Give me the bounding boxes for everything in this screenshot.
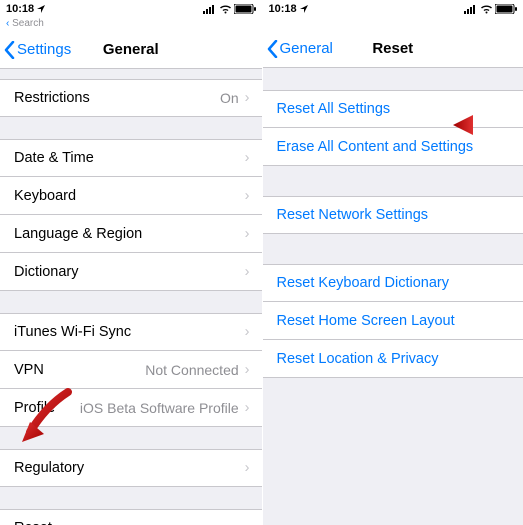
chevron-right-icon: › [245,324,250,340]
row-keyboard[interactable]: Keyboard › [0,177,262,215]
wifi-icon [219,5,232,14]
row-restrictions[interactable]: Restrictions On › [0,79,262,117]
chevron-right-icon: › [245,226,250,242]
back-button[interactable]: General [263,40,333,58]
nav-bar: Settings General [0,31,262,69]
wifi-icon [480,5,493,14]
status-time: 10:18 [269,3,297,15]
reset-list: Reset All Settings Erase All Content and… [263,68,523,525]
chevron-right-icon: › [245,264,250,280]
signal-icon [203,5,217,14]
status-bar: 10:18 [263,0,523,18]
row-date-time[interactable]: Date & Time › [0,139,262,177]
row-regulatory[interactable]: Regulatory › [0,449,262,487]
status-bar: 10:18 [0,0,262,18]
screen-reset: 10:18 General Reset Reset All Settings E… [262,0,523,525]
row-reset-keyboard-dictionary[interactable]: Reset Keyboard Dictionary [263,264,523,302]
status-time: 10:18 [6,3,34,15]
chevron-right-icon: › [245,90,250,106]
row-itunes-wifi-sync[interactable]: iTunes Wi-Fi Sync › [0,313,262,351]
battery-icon [234,4,256,14]
chevron-left-icon [4,41,15,59]
row-erase-all-content[interactable]: Erase All Content and Settings [263,128,523,166]
row-dictionary[interactable]: Dictionary › [0,253,262,291]
row-reset-all-settings[interactable]: Reset All Settings [263,90,523,128]
row-reset-location-privacy[interactable]: Reset Location & Privacy [263,340,523,378]
row-vpn[interactable]: VPN Not Connected › [0,351,262,389]
nav-bar: General Reset [263,30,523,68]
chevron-right-icon: › [245,460,250,476]
signal-icon [464,5,478,14]
screen-general: 10:18 ‹ Search Settings General Restrict… [0,0,262,525]
chevron-left-icon [267,40,278,58]
back-to-search[interactable]: ‹ Search [0,18,262,31]
settings-list: Restrictions On › Date & Time › Keyboard… [0,69,262,525]
chevron-right-icon: › [245,362,250,378]
row-profile[interactable]: Profile iOS Beta Software Profile › [0,389,262,427]
location-icon [37,5,45,13]
chevron-right-icon: › [245,400,250,416]
chevron-right-icon: › [245,188,250,204]
row-reset-home-screen-layout[interactable]: Reset Home Screen Layout [263,302,523,340]
chevron-right-icon: › [245,520,250,525]
back-button[interactable]: Settings [0,41,71,59]
location-icon [300,5,308,13]
chevron-right-icon: › [245,150,250,166]
row-reset-network-settings[interactable]: Reset Network Settings [263,196,523,234]
row-reset[interactable]: Reset › [0,509,262,525]
battery-icon [495,4,517,14]
row-language-region[interactable]: Language & Region › [0,215,262,253]
